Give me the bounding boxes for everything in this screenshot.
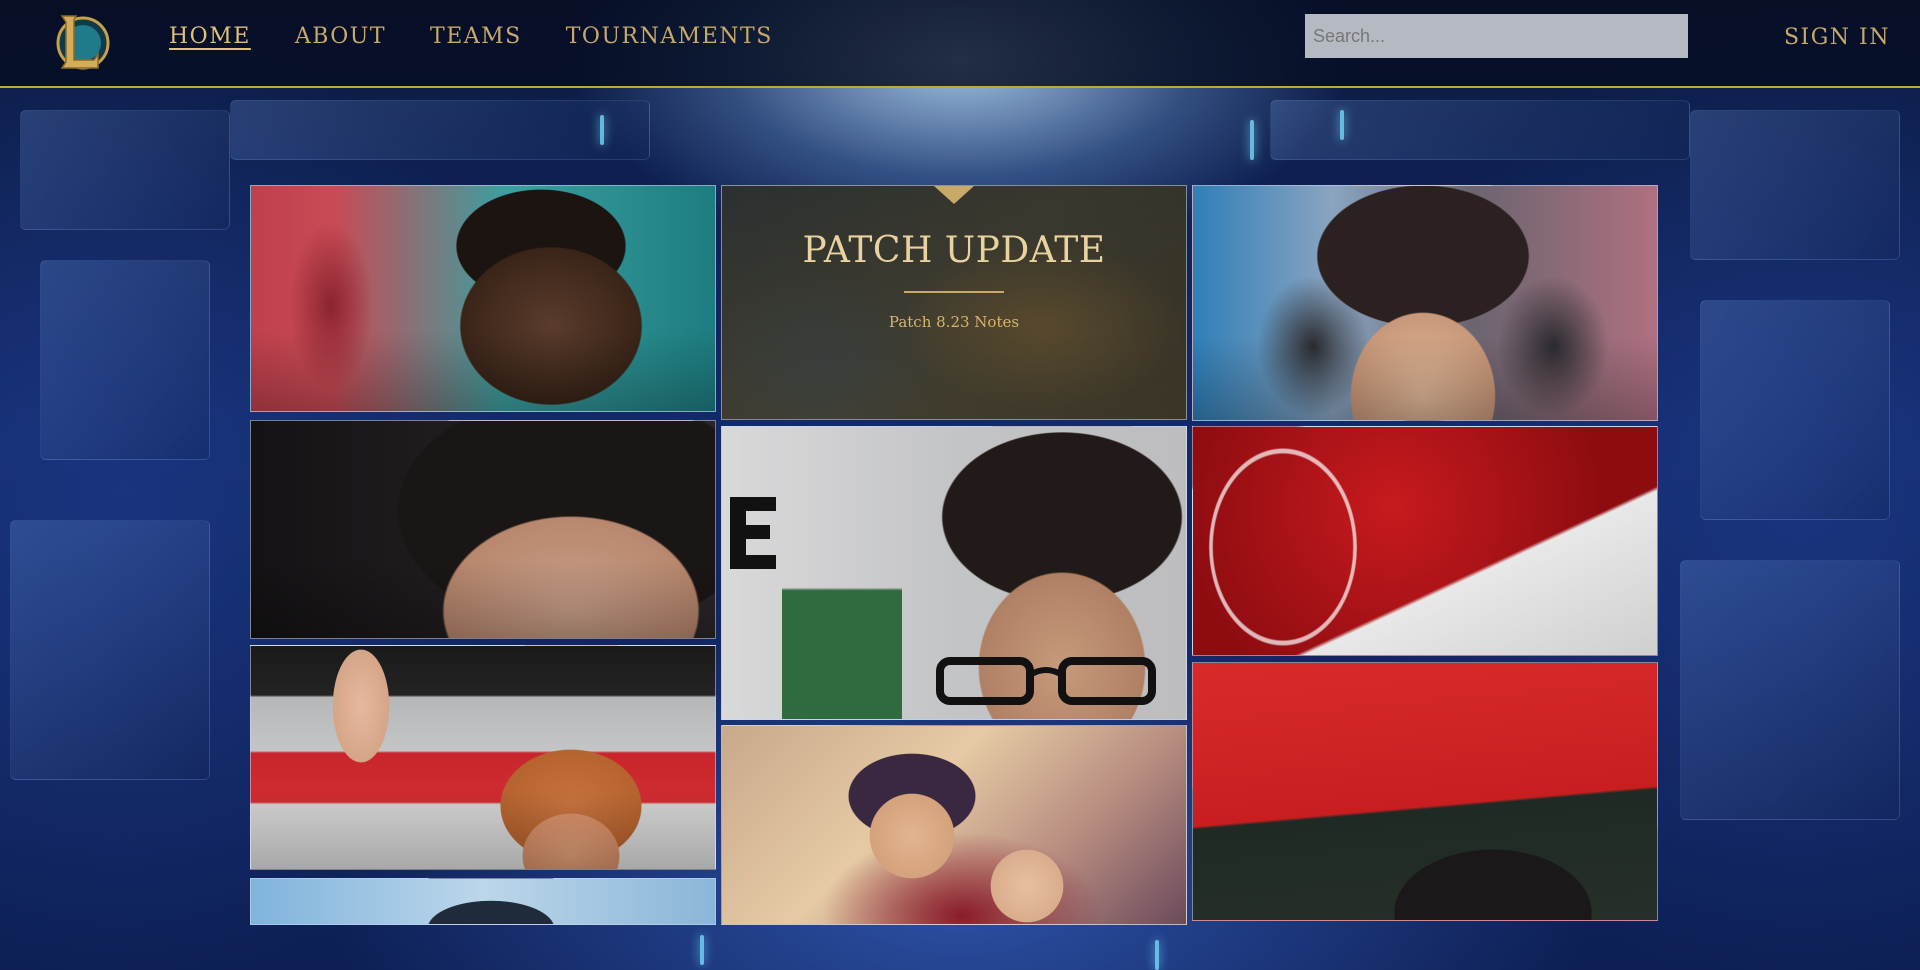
down-arrow-icon — [934, 186, 974, 204]
patch-update-tile[interactable]: PATCH UPDATE Patch 8.23 Notes — [721, 185, 1187, 420]
league-logo-icon[interactable] — [50, 10, 112, 76]
player-photo-tile[interactable] — [250, 185, 716, 412]
player-photo-tile[interactable] — [1192, 662, 1658, 921]
player-photo-tile[interactable] — [250, 645, 716, 870]
graphic-tile[interactable] — [1192, 426, 1658, 656]
sign-in-link[interactable]: SIGN IN — [1784, 25, 1890, 50]
player-photo-tile[interactable] — [721, 426, 1187, 720]
glasses-graphic — [932, 655, 1172, 707]
top-navbar: HOME ABOUT TEAMS TOURNAMENTS SIGN IN — [0, 0, 1920, 88]
search-input[interactable] — [1305, 14, 1688, 58]
nav-links: HOME ABOUT TEAMS TOURNAMENTS — [169, 24, 773, 49]
nav-teams[interactable]: TEAMS — [430, 24, 522, 49]
player-photo-tile[interactable] — [1192, 185, 1658, 421]
player-photo-tile[interactable] — [250, 878, 716, 925]
nav-about[interactable]: ABOUT — [295, 24, 386, 49]
patch-notes-link[interactable]: Patch 8.23 Notes — [889, 313, 1019, 331]
letter-e-graphic — [730, 497, 778, 569]
nav-tournaments[interactable]: TOURNAMENTS — [566, 24, 773, 49]
player-art-tile[interactable] — [721, 725, 1187, 925]
divider — [904, 291, 1004, 293]
player-photo-tile[interactable] — [250, 420, 716, 639]
nav-home[interactable]: HOME — [169, 24, 251, 49]
patch-title: PATCH UPDATE — [802, 230, 1106, 271]
